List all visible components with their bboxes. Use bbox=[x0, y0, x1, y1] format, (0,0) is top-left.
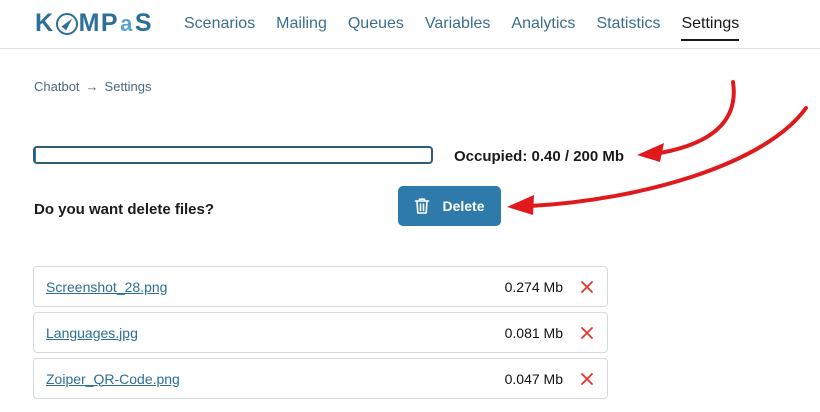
storage-progress-fill bbox=[35, 148, 36, 162]
storage-occupied-label: Occupied: 0.40 / 200 Mb bbox=[454, 148, 625, 165]
nav-item-statistics[interactable]: Statistics bbox=[596, 15, 660, 41]
nav-menu: Scenarios Mailing Queues Variables Analy… bbox=[184, 15, 740, 41]
compass-icon bbox=[55, 12, 78, 35]
logo-letter: S bbox=[134, 9, 153, 37]
trash-icon bbox=[414, 197, 430, 215]
delete-button[interactable]: Delete bbox=[398, 186, 501, 226]
nav-item-queues[interactable]: Queues bbox=[348, 15, 404, 41]
annotation-arrow-occupied bbox=[637, 80, 736, 162]
close-icon[interactable] bbox=[579, 279, 595, 295]
logo-letters: MP bbox=[78, 9, 120, 37]
breadcrumb-settings: Settings bbox=[104, 79, 152, 94]
file-row: Languages.jpg 0.081 Mb bbox=[33, 312, 608, 353]
logo-at-icon: a bbox=[120, 10, 134, 36]
top-navigation: K MP a S Scenarios Mailing Queues Variab… bbox=[0, 0, 820, 49]
file-size: 0.081 Mb bbox=[504, 324, 563, 341]
close-icon[interactable] bbox=[579, 325, 595, 341]
arrow-right-icon: → bbox=[85, 79, 99, 94]
logo-letter: K bbox=[35, 9, 55, 37]
nav-item-scenarios[interactable]: Scenarios bbox=[184, 15, 255, 41]
breadcrumb: Chatbot → Settings bbox=[34, 79, 152, 94]
file-link[interactable]: Zoiper_QR-Code.png bbox=[46, 371, 505, 387]
storage-progress-bar bbox=[33, 146, 433, 164]
close-icon[interactable] bbox=[579, 371, 595, 387]
delete-button-label: Delete bbox=[442, 198, 485, 214]
file-size: 0.274 Mb bbox=[504, 278, 563, 295]
file-link[interactable]: Languages.jpg bbox=[46, 325, 505, 341]
nav-item-analytics[interactable]: Analytics bbox=[511, 15, 575, 41]
file-link[interactable]: Screenshot_28.png bbox=[46, 279, 505, 295]
file-list: Screenshot_28.png 0.274 Mb Languages.jpg… bbox=[33, 266, 608, 404]
file-row: Screenshot_28.png 0.274 Mb bbox=[33, 266, 608, 307]
nav-item-variables[interactable]: Variables bbox=[425, 15, 491, 41]
file-size: 0.047 Mb bbox=[504, 370, 563, 387]
breadcrumb-chatbot[interactable]: Chatbot bbox=[34, 79, 80, 94]
nav-item-mailing[interactable]: Mailing bbox=[276, 15, 327, 41]
delete-question: Do you want delete files? bbox=[34, 201, 215, 218]
nav-item-settings[interactable]: Settings bbox=[681, 15, 740, 41]
file-row: Zoiper_QR-Code.png 0.047 Mb bbox=[33, 358, 608, 399]
kompas-logo[interactable]: K MP a S bbox=[35, 9, 153, 38]
